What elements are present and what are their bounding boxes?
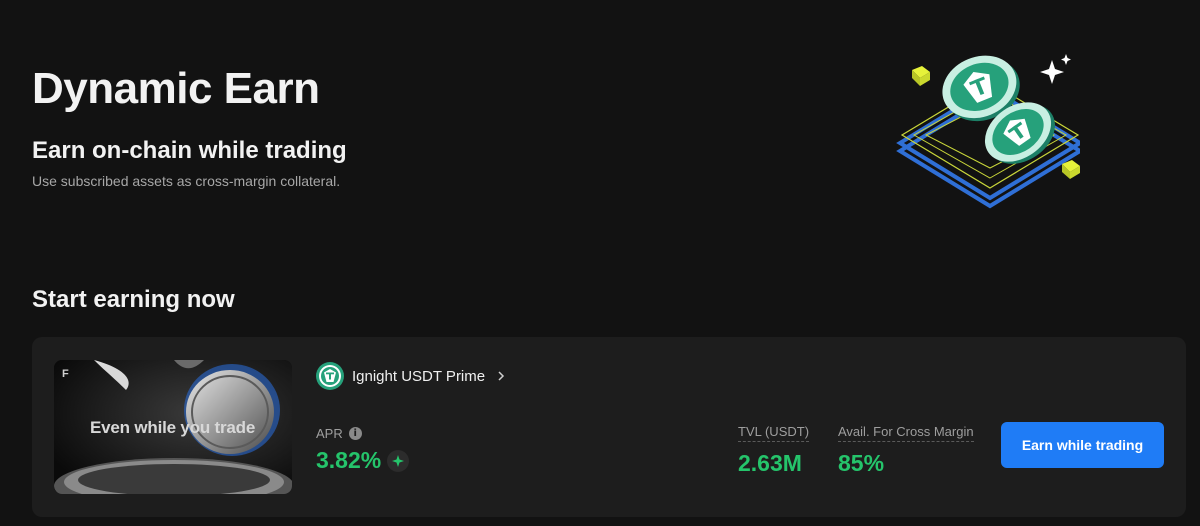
page-title: Dynamic Earn — [32, 64, 320, 113]
cross-margin-stat: Avail. For Cross Margin 85% — [838, 423, 974, 477]
tvl-label[interactable]: TVL (USDT) — [738, 424, 810, 442]
apr-label-group: APR i — [316, 426, 362, 441]
apr-label: APR — [316, 426, 343, 441]
hero-illustration — [890, 40, 1084, 215]
info-icon[interactable]: i — [348, 427, 362, 440]
hero-description: Use subscribed assets as cross-margin co… — [32, 173, 341, 189]
section-title: Start earning now — [32, 286, 235, 313]
tvl-value: 2.63M — [738, 450, 802, 476]
apr-value: 3.82% — [316, 447, 382, 473]
promo-image-caption: Even while you trade — [90, 418, 256, 437]
tether-coin-icon — [316, 362, 344, 390]
hero-subtitle: Earn on-chain while trading — [32, 137, 347, 164]
cross-margin-label[interactable]: Avail. For Cross Margin — [838, 424, 974, 442]
sparkle-boost-icon[interactable] — [387, 449, 410, 472]
product-name: Ignight USDT Prime — [352, 367, 486, 385]
tvl-stat: TVL (USDT) 2.63M — [738, 423, 810, 477]
product-link[interactable]: Ignight USDT Prime — [316, 361, 507, 391]
chevron-right-icon — [498, 371, 505, 381]
cross-margin-value: 85% — [838, 450, 885, 476]
earn-while-trading-button[interactable]: Earn while trading — [1001, 422, 1164, 468]
brand-logo: F — [62, 368, 69, 380]
apr-value-group: 3.82% — [316, 447, 410, 474]
earn-product-card: F Even while you trade Ignight USDT Prim… — [32, 337, 1186, 517]
promo-image: F Even while you trade — [54, 360, 292, 494]
